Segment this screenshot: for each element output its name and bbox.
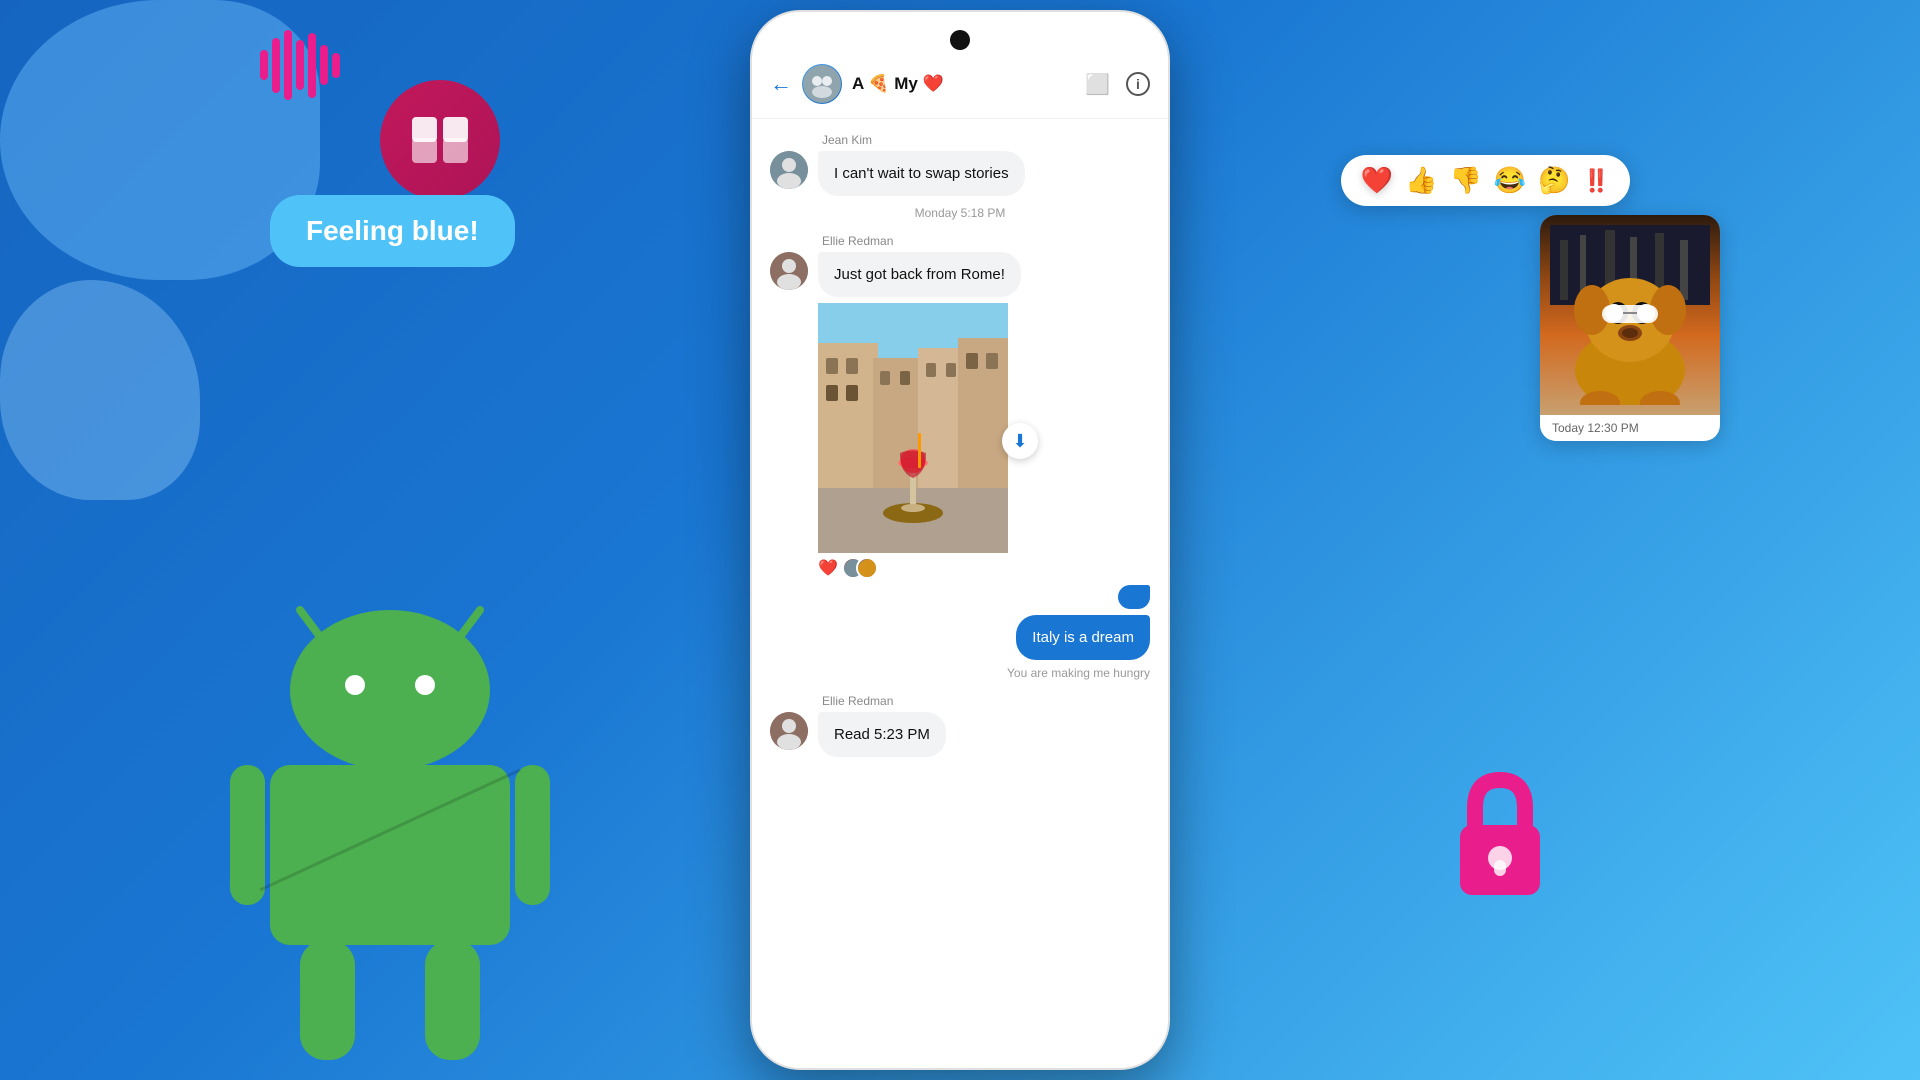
sender-jean-label: Jean Kim	[822, 133, 1150, 147]
android-robot-decoration	[220, 590, 560, 1070]
message-row-1: I can't wait to swap stories	[770, 151, 1150, 196]
time-divider-monday: Monday 5:18 PM	[770, 206, 1150, 220]
phone-notch	[950, 30, 970, 50]
avatar-ellie-2	[770, 712, 808, 750]
avatar-ellie-1	[770, 252, 808, 290]
photo-rome	[818, 303, 1008, 553]
reaction-think[interactable]: 🤔	[1538, 165, 1570, 196]
message-row-last: Read 5:23 PM	[770, 712, 1150, 757]
video-call-icon[interactable]: ⬜	[1085, 72, 1110, 97]
info-icon[interactable]: i	[1126, 72, 1150, 96]
bg-blob-mid-right	[0, 280, 200, 500]
message-row-sent-1	[770, 585, 1150, 609]
sound-wave-decoration	[260, 30, 340, 100]
message-row-photo: ⬇ ❤️	[770, 303, 1150, 579]
reaction-thumbsup[interactable]: 👍	[1405, 165, 1437, 196]
sender-ellie-label-2: Ellie Redman	[822, 694, 1150, 708]
dog-photo	[1540, 215, 1720, 415]
message-text-1: I can't wait to swap stories	[834, 165, 1009, 182]
header-avatar	[802, 64, 842, 104]
back-button[interactable]: ←	[770, 71, 792, 97]
dog-photo-card: Today 12:30 PM	[1540, 215, 1720, 441]
read-receipt: You are making me hungry	[770, 666, 1150, 680]
dog-card-timestamp: Today 12:30 PM	[1540, 415, 1720, 441]
bm-app-icon	[380, 80, 500, 200]
bubble-sent-2: Italy is a dream	[1016, 615, 1150, 660]
chat-body: Jean Kim I can't wait to swap stories Mo…	[752, 119, 1168, 763]
bubble-ellie-1: Just got back from Rome!	[818, 252, 1021, 297]
message-text-last: Read 5:23 PM	[834, 726, 930, 743]
sender-ellie-label-1: Ellie Redman	[822, 234, 1150, 248]
reaction-heart[interactable]: ❤️	[1361, 165, 1393, 196]
pink-lock-decoration	[1450, 770, 1550, 900]
bubble-sent-1	[1118, 585, 1150, 609]
header-actions: ⬜ i	[1085, 72, 1150, 97]
feeling-blue-bubble: Feeling blue!	[270, 195, 515, 267]
reaction-thumbsdown[interactable]: 👎	[1449, 165, 1481, 196]
reaction-exclaim[interactable]: ‼️	[1583, 168, 1610, 194]
avatar-jean	[770, 151, 808, 189]
photo-message-container: ⬇ ❤️	[818, 303, 1008, 579]
message-row-sent-2: Italy is a dream	[770, 615, 1150, 660]
message-text-5: Italy is a dream	[1032, 629, 1134, 646]
header-title: A 🍕 My ❤️	[852, 74, 1075, 94]
reaction-laugh[interactable]: 😂	[1494, 165, 1526, 196]
phone-mockup: ← A 🍕 My ❤️ ⬜ i Jean Kim	[750, 10, 1170, 1070]
bubble-ellie-last: Read 5:23 PM	[818, 712, 946, 757]
message-row-2: Just got back from Rome!	[770, 252, 1150, 297]
download-button[interactable]: ⬇	[1002, 423, 1038, 459]
photo-reactions: ❤️	[818, 557, 1008, 579]
feeling-blue-text: Feeling blue!	[306, 215, 479, 246]
bubble-jean-1: I can't wait to swap stories	[818, 151, 1025, 196]
message-text-2: Just got back from Rome!	[834, 266, 1005, 283]
reaction-bar[interactable]: ❤️ 👍 👎 😂 🤔 ‼️	[1341, 155, 1630, 206]
chat-header: ← A 🍕 My ❤️ ⬜ i	[752, 50, 1168, 119]
